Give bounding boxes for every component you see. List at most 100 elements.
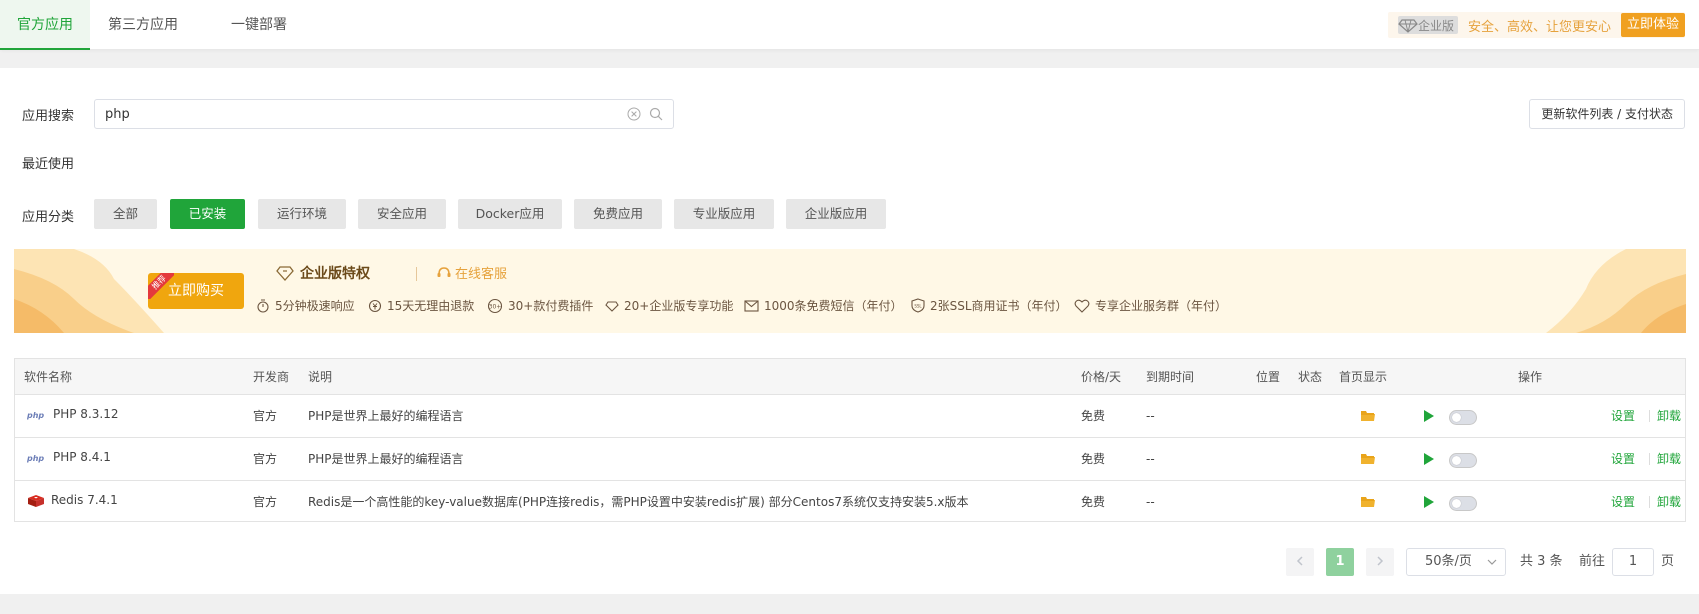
tab-official-apps[interactable]: 官方应用: [0, 0, 90, 50]
feature-refund: 15天无理由退款: [368, 297, 474, 314]
description-cell: Redis是一个高性能的key-value数据库(PHP连接redis，需PHP…: [308, 495, 969, 509]
mail-icon: [744, 299, 759, 312]
page-size-select[interactable]: 50条/页: [1406, 548, 1506, 576]
category-security[interactable]: 安全应用: [358, 199, 446, 229]
diamond-icon: [276, 266, 294, 281]
feature-service-group: 专享企业服务群（年付）: [1074, 297, 1227, 314]
category-all[interactable]: 全部: [94, 199, 157, 229]
refund-icon: [368, 299, 382, 312]
category-docker[interactable]: Docker应用: [458, 199, 562, 229]
enterprise-badge: 企业版: [1397, 16, 1458, 34]
feature-paid-plugins: 30+ 30+款付费插件: [487, 298, 594, 313]
category-runtime[interactable]: 运行环境: [258, 199, 346, 229]
software-name-cell: Redis 7.4.1: [27, 479, 118, 522]
tab-one-click-deploy[interactable]: 一键部署: [214, 0, 304, 50]
category-pro[interactable]: 专业版应用: [674, 199, 774, 229]
search-icon[interactable]: [649, 107, 663, 121]
table-header: 软件名称 开发商 说明 价格/天 到期时间 位置 状态 首页显示 操作: [15, 359, 1685, 395]
price-cell: 免费: [1081, 409, 1106, 423]
play-icon[interactable]: [1424, 496, 1434, 508]
developer-cell: 官方: [253, 495, 278, 509]
category-installed[interactable]: 已安装: [170, 199, 245, 229]
action-divider: [1649, 410, 1650, 422]
svg-text:30+: 30+: [489, 303, 502, 310]
main-panel: 应用搜索 更新软件列表 / 支付状态 最近使用 应用分类 全部 已安装 运行环境…: [0, 68, 1699, 594]
enterprise-banner: 立即购买 推荐 企业版特权 在线客服 5分钟极速响应 15天无理由退款 30+ …: [14, 249, 1686, 333]
header-price: 价格/天: [1081, 370, 1122, 384]
banner-decoration-right: [1546, 249, 1686, 333]
feature-free-sms: 1000条免费短信（年付）: [744, 297, 903, 314]
promo-slogan: 安全、高效、让您更安心: [1467, 19, 1611, 35]
feature-ssl-certs: SSL 2张SSL商用证书（年付）: [911, 297, 1068, 314]
homepage-toggle[interactable]: [1449, 453, 1477, 468]
header-location: 位置: [1256, 370, 1281, 384]
folder-icon[interactable]: [1361, 496, 1375, 508]
next-page-button[interactable]: [1366, 548, 1394, 576]
search-label: 应用搜索: [22, 109, 75, 124]
software-table: 软件名称 开发商 说明 价格/天 到期时间 位置 状态 首页显示 操作 php …: [14, 358, 1686, 522]
settings-link[interactable]: 设置: [1611, 438, 1635, 481]
description-cell: PHP是世界上最好的编程语言: [308, 452, 464, 466]
header-actions: 操作: [1518, 370, 1543, 384]
table-row: php PHP 8.3.12 官方 PHP是世界上最好的编程语言 免费 -- 设…: [15, 395, 1685, 438]
heart-handshake-icon: [1074, 299, 1090, 313]
settings-link[interactable]: 设置: [1611, 395, 1635, 438]
enterprise-privilege-title: 企业版特权: [276, 263, 370, 283]
header-homepage: 首页显示: [1339, 370, 1388, 384]
uninstall-link[interactable]: 卸载: [1657, 438, 1681, 481]
play-icon[interactable]: [1424, 453, 1434, 465]
search-box: [94, 99, 674, 129]
homepage-toggle[interactable]: [1449, 410, 1477, 425]
description-cell: PHP是世界上最好的编程语言: [308, 409, 464, 423]
homepage-toggle[interactable]: [1449, 496, 1477, 511]
clear-icon[interactable]: [627, 107, 641, 121]
software-name-cell: php PHP 8.4.1: [27, 450, 111, 464]
action-divider: [1649, 453, 1650, 465]
header-name: 软件名称: [24, 370, 73, 384]
uninstall-link[interactable]: 卸载: [1657, 395, 1681, 438]
top-tab-bar: 官方应用 第三方应用 一键部署 企业版 安全、高效、让您更安心 立即体验: [0, 0, 1699, 50]
category-free[interactable]: 免费应用: [574, 199, 662, 229]
prev-page-button[interactable]: [1286, 548, 1314, 576]
settings-link[interactable]: 设置: [1611, 481, 1635, 524]
php-icon: php: [27, 411, 44, 420]
headset-icon: [437, 266, 451, 277]
diamond-icon: [1398, 19, 1418, 33]
svg-text:SSL: SSL: [914, 304, 922, 309]
developer-cell: 官方: [253, 452, 278, 466]
banner-decoration-left: [14, 249, 164, 333]
try-now-button[interactable]: 立即体验: [1620, 13, 1685, 37]
expire-cell: --: [1146, 409, 1155, 423]
search-input[interactable]: [95, 100, 615, 128]
stopwatch-icon: [257, 298, 269, 313]
category-label: 应用分类: [22, 210, 75, 225]
ssl-shield-icon: SSL: [911, 298, 925, 313]
online-service-link[interactable]: 在线客服: [436, 263, 507, 282]
tab-third-party-apps[interactable]: 第三方应用: [98, 0, 188, 50]
chevron-left-icon: [1296, 556, 1303, 566]
goto-page-input[interactable]: 1: [1612, 548, 1654, 576]
table-row: Redis 7.4.1 官方 Redis是一个高性能的key-value数据库(…: [15, 481, 1685, 524]
enterprise-promo: 企业版 安全、高效、让您更安心 立即体验: [1387, 12, 1685, 38]
goto-suffix: 页: [1661, 554, 1675, 569]
recommend-tag: 推荐: [148, 273, 174, 299]
feature-enterprise-functions: 20+企业版专享功能: [605, 297, 733, 314]
feature-fast-response: 5分钟极速响应: [256, 297, 355, 314]
action-divider: [1649, 496, 1650, 508]
price-cell: 免费: [1081, 495, 1106, 509]
diamond-icon: [605, 300, 619, 312]
folder-icon[interactable]: [1361, 453, 1375, 465]
refresh-software-list-button[interactable]: 更新软件列表 / 支付状态: [1529, 99, 1685, 129]
banner-divider: [416, 267, 417, 281]
uninstall-link[interactable]: 卸载: [1657, 481, 1681, 524]
table-row: php PHP 8.4.1 官方 PHP是世界上最好的编程语言 免费 -- 设置…: [15, 438, 1685, 481]
expire-cell: --: [1146, 452, 1155, 466]
software-name-cell: php PHP 8.3.12: [27, 407, 119, 421]
folder-icon[interactable]: [1361, 410, 1375, 422]
svg-text:php: php: [27, 454, 44, 463]
header-status: 状态: [1298, 370, 1323, 384]
page-number-button[interactable]: 1: [1326, 548, 1354, 576]
play-icon[interactable]: [1424, 410, 1434, 422]
category-enterprise[interactable]: 企业版应用: [786, 199, 886, 229]
price-cell: 免费: [1081, 452, 1106, 466]
